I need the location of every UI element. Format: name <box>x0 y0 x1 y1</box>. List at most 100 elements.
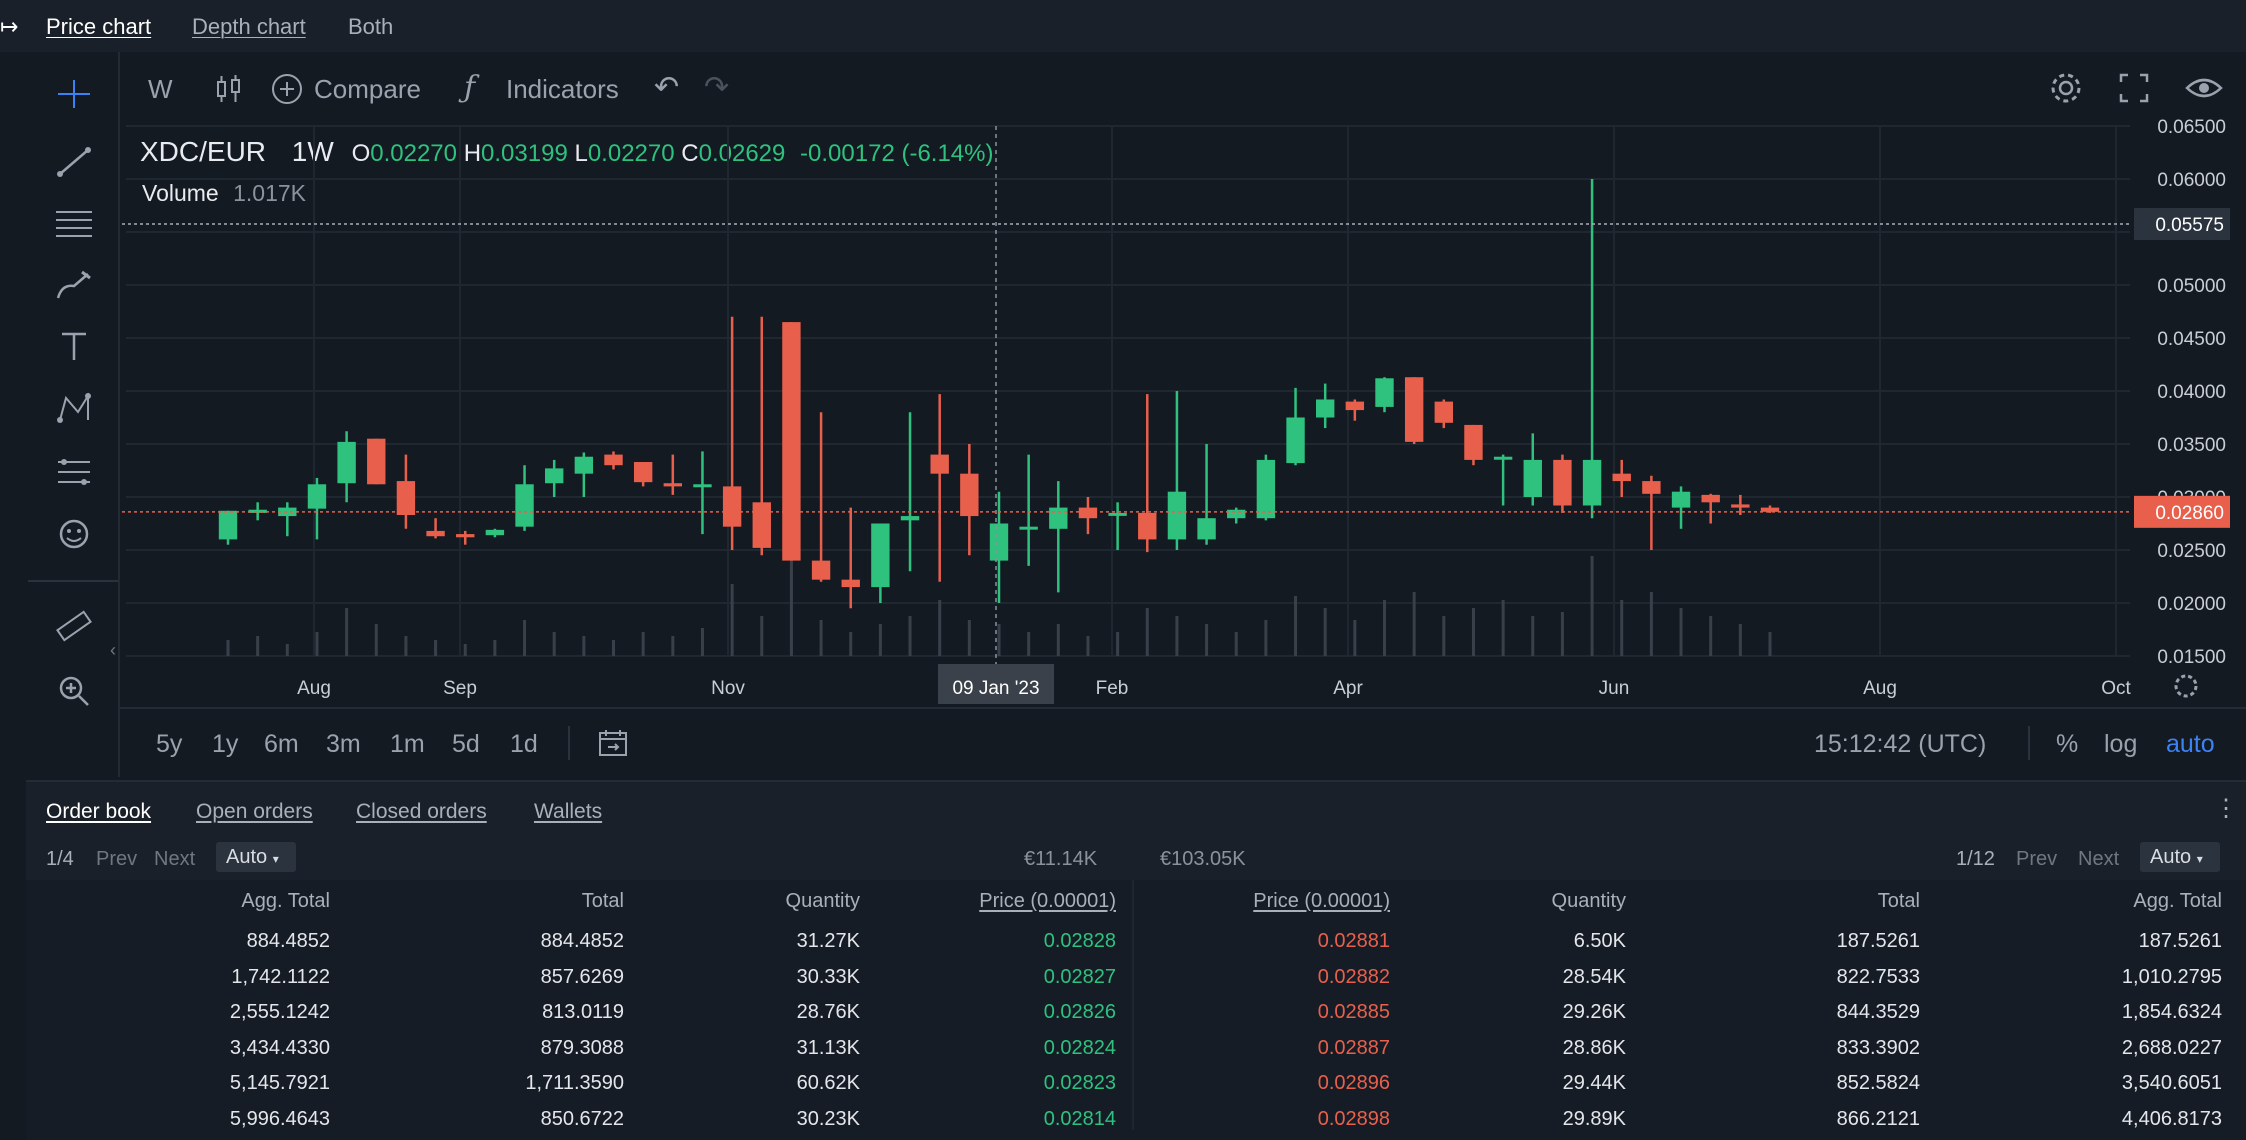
tab-depth-chart[interactable]: Depth chart <box>192 14 306 40</box>
volume-bar <box>1294 596 1298 656</box>
period-1y[interactable]: 1y <box>212 730 238 759</box>
candle-body <box>574 456 594 474</box>
ask-price-cell[interactable]: 0.02882 <box>1150 966 1390 989</box>
percent-scale-toggle[interactable]: % <box>2056 730 2078 759</box>
eye-icon[interactable] <box>2184 72 2224 104</box>
gear-icon[interactable] <box>2048 70 2084 106</box>
time-tick-label: Aug <box>297 678 331 699</box>
price-tick-label: 0.01500 <box>2157 647 2226 668</box>
price-tick-label: 0.02000 <box>2157 594 2226 615</box>
volume-bar <box>1027 632 1031 656</box>
top-tab-bar: ↦ Price chart Depth chart Both <box>0 0 2246 52</box>
tab-price-chart[interactable]: Price chart <box>46 14 151 40</box>
current-price-label: 0.02860 <box>2155 503 2224 524</box>
bid-cell: 30.33K <box>796 965 860 988</box>
bid-grouping-select[interactable]: Auto ▾ <box>216 842 296 872</box>
bid-price-cell[interactable]: 0.02828 <box>880 930 1116 953</box>
candle-body <box>1731 504 1750 508</box>
bid-price-cell[interactable]: 0.02827 <box>880 966 1116 989</box>
tab-closed-orders-label: Closed orders <box>356 800 487 823</box>
bid-total-value: €11.14K <box>1024 848 1098 870</box>
zoom-in-icon[interactable] <box>48 670 100 710</box>
bid-next-button[interactable]: Next <box>154 848 195 871</box>
ask-price-cell[interactable]: 0.02881 <box>1150 930 1390 953</box>
tab-wallets[interactable]: Wallets <box>534 800 602 824</box>
volume-bar <box>256 636 260 656</box>
volume-bar <box>582 636 586 656</box>
bid-price-cell[interactable]: 0.02824 <box>880 1037 1116 1060</box>
bid-prev-button[interactable]: Prev <box>96 848 137 871</box>
ask-prev-button[interactable]: Prev <box>2016 848 2057 871</box>
more-options-icon[interactable]: ⋮ <box>2214 794 2238 823</box>
drawing-toolbar: ‹ <box>0 52 120 777</box>
bid-header-price[interactable]: Price (0.00001) <box>880 890 1116 913</box>
period-5y[interactable]: 5y <box>156 730 182 759</box>
ask-grouping-select[interactable]: Auto ▾ <box>2140 842 2220 872</box>
tab-order-book[interactable]: Order book <box>46 800 151 824</box>
horizontal-lines-icon[interactable] <box>48 202 100 242</box>
ask-price-cell[interactable]: 0.02885 <box>1150 1001 1390 1024</box>
tab-open-orders[interactable]: Open orders <box>196 800 313 824</box>
chevron-down-icon: ▾ <box>2196 852 2203 866</box>
emoji-icon[interactable] <box>48 514 100 554</box>
ask-price-cell[interactable]: 0.02896 <box>1150 1072 1390 1095</box>
candle-body <box>782 322 801 561</box>
utc-clock: 15:12:42 (UTC) <box>1814 730 1987 758</box>
crosshair-icon[interactable] <box>48 74 100 114</box>
tab-both[interactable]: Both <box>348 14 393 40</box>
tab-closed-orders[interactable]: Closed orders <box>356 800 487 824</box>
price-tick-label: 0.04000 <box>2157 382 2226 403</box>
ask-cell: 833.3902 <box>1836 1036 1920 1059</box>
ask-price-cell[interactable]: 0.02887 <box>1150 1037 1390 1060</box>
ask-header-price[interactable]: Price (0.00001) <box>1150 890 1390 913</box>
ask-header-total: Total <box>1877 890 1920 912</box>
undo-icon[interactable]: ↶ <box>654 70 679 105</box>
volume-bar <box>552 632 556 656</box>
ruler-icon[interactable] <box>48 606 100 646</box>
ask-cell: 1,854.6324 <box>2121 1001 2222 1023</box>
trend-line-icon[interactable] <box>48 142 100 182</box>
ask-price-cell[interactable]: 0.02898 <box>1150 1108 1390 1131</box>
collapse-arrow-icon[interactable]: ‹ <box>110 640 116 661</box>
candle-body <box>1612 473 1631 482</box>
brush-icon[interactable] <box>48 264 100 304</box>
tab-open-orders-label: Open orders <box>196 800 313 823</box>
time-tick-label: Sep <box>443 678 477 699</box>
bid-cell: 879.3088 <box>540 1036 624 1059</box>
period-1m[interactable]: 1m <box>390 730 425 759</box>
tab-wallets-label: Wallets <box>534 800 603 823</box>
period-5d[interactable]: 5d <box>452 730 480 759</box>
period-6m[interactable]: 6m <box>264 730 299 759</box>
candle-body <box>248 509 267 513</box>
ask-total-value: €103.05K <box>1160 848 1246 870</box>
bid-header-total: Total <box>581 890 624 912</box>
axis-gear-icon[interactable] <box>2174 674 2198 698</box>
bid-cell: 857.6269 <box>540 965 624 988</box>
candle-body <box>1256 459 1276 519</box>
date-range-icon[interactable] <box>596 726 630 760</box>
auto-scale-toggle[interactable]: auto <box>2166 730 2215 759</box>
fullscreen-icon[interactable] <box>2116 70 2152 106</box>
period-3m[interactable]: 3m <box>326 730 361 759</box>
volume-bar <box>1709 616 1713 656</box>
bid-price-cell[interactable]: 0.02814 <box>880 1108 1116 1131</box>
candles-icon[interactable] <box>212 72 246 106</box>
volume-bar <box>345 608 349 656</box>
bid-price-cell[interactable]: 0.02823 <box>880 1072 1116 1095</box>
text-icon[interactable] <box>48 326 100 366</box>
interval-button[interactable]: W <box>148 74 173 105</box>
redo-icon[interactable]: ↷ <box>704 70 729 105</box>
period-1d[interactable]: 1d <box>510 730 538 759</box>
price-chart[interactable]: 0.065000.060000.055000.050000.045000.040… <box>120 116 2246 712</box>
volume-bar <box>1056 624 1060 656</box>
chart-toolbar: W Compare ƒ Indicators ↶ ↷ <box>120 60 2246 116</box>
volume-bar <box>1590 556 1594 656</box>
pattern-icon[interactable] <box>48 388 100 428</box>
log-scale-toggle[interactable]: log <box>2104 730 2137 759</box>
candle-body <box>1523 459 1542 497</box>
exit-arrow-icon[interactable]: ↦ <box>0 14 18 40</box>
ask-cell: 822.7533 <box>1836 965 1920 988</box>
bid-price-cell[interactable]: 0.02826 <box>880 1001 1116 1024</box>
ask-next-button[interactable]: Next <box>2078 848 2119 871</box>
measure-lines-icon[interactable] <box>48 450 100 490</box>
